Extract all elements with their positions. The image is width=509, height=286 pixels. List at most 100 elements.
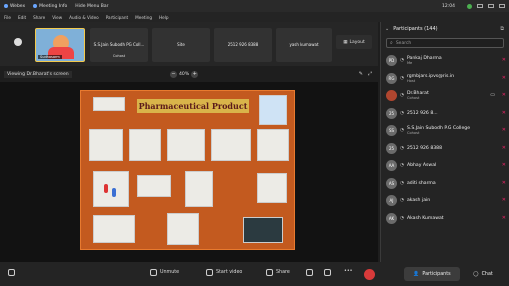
participant-name: 2512 926 8...	[406, 110, 438, 116]
participant-role: Cohost	[406, 96, 420, 101]
muted-mic-icon[interactable]: ✕	[502, 145, 506, 151]
slide-title: Pharmaceutical Product	[137, 99, 249, 113]
share-button[interactable]: Share	[266, 269, 290, 276]
participant-status-icon: ◔	[400, 110, 404, 116]
participant-row[interactable]: 25 ◔ 2512 926 8... ✕	[381, 105, 509, 123]
record-button[interactable]	[306, 269, 316, 276]
zoom-in-button[interactable]: +	[191, 70, 199, 78]
tab-hide-menu-bar[interactable]: Hide Menu Bar	[75, 4, 108, 9]
participant-row[interactable]: AA ◔ Abhay Aswal ✕	[381, 157, 509, 175]
tab-hide-menu-bar-label: Hide Menu Bar	[75, 3, 109, 9]
participant-name: akash jain	[406, 198, 431, 204]
participant-row[interactable]: AS ◔ aditi sharma ✕	[381, 175, 509, 193]
connection-icon	[467, 3, 472, 9]
camera-icon[interactable]: ▭	[490, 92, 495, 98]
muted-mic-icon[interactable]: ✕	[502, 215, 506, 221]
muted-mic-icon[interactable]: ✕	[502, 180, 506, 186]
participant-row[interactable]: AJ ◔ akash jain ✕	[381, 192, 509, 210]
reactions-button[interactable]	[324, 269, 334, 276]
menu-participant[interactable]: Participant	[106, 15, 128, 20]
video-tile-role: Cohost	[112, 54, 126, 58]
participant-info: Pankaj Dharma Me	[407, 56, 442, 65]
menu-share[interactable]: Share	[33, 15, 45, 20]
participant-search-input[interactable]: ⌕ Search	[386, 38, 504, 48]
menu-file[interactable]: File	[4, 15, 11, 20]
menu-meeting[interactable]: Meeting	[135, 15, 152, 20]
video-tile[interactable]: Site	[152, 28, 210, 62]
ointment-image	[167, 213, 199, 245]
participant-row[interactable]: PD ◔ Pankaj Dharma Me ✕	[381, 52, 509, 70]
participant-row[interactable]: RG ◔ rgmbjars.ipvs@ris.in Host ✕	[381, 70, 509, 88]
participant-name: Akash Kumawat	[406, 215, 444, 221]
tab-webex[interactable]: Webex	[4, 4, 25, 9]
captions-icon	[8, 269, 15, 276]
share-label: Share	[276, 270, 290, 275]
maximize-button[interactable]	[488, 4, 494, 8]
self-video-tile[interactable]: Sudhasarm	[35, 28, 85, 62]
smiley-icon	[324, 269, 331, 276]
participant-row[interactable]: SS ◔ S.S.Jain Subodh P.G College Cohost ✕	[381, 122, 509, 140]
minimize-button[interactable]	[477, 4, 483, 8]
video-tile[interactable]: S.S.Jain Subodh PG Coll... Cohost	[90, 28, 148, 62]
participant-info: aditi sharma	[407, 181, 436, 186]
participants-tab-button[interactable]: 👤 Participants	[404, 267, 460, 281]
tablet-strip-image	[93, 215, 135, 243]
participant-info: akash jain	[407, 198, 430, 203]
close-button[interactable]	[499, 4, 505, 8]
capsule-icon	[112, 188, 116, 197]
participant-role: Host	[406, 78, 416, 83]
clock: 12:04	[442, 3, 455, 9]
fullscreen-icon[interactable]: ⤢	[368, 71, 372, 77]
avatar: AA	[386, 160, 397, 172]
strip-scroll-button[interactable]	[14, 38, 22, 46]
participant-row[interactable]: ◔ Dr.Bharat Cohost ▭ ✕	[381, 87, 509, 105]
popout-icon[interactable]: ⧉	[500, 26, 504, 32]
participant-status-icon: ◔	[400, 128, 404, 134]
search-placeholder: Search	[395, 40, 412, 46]
participant-row[interactable]: 25 ◔ 2512 926 8388 ✕	[381, 140, 509, 158]
chat-tab-button[interactable]: ◯ Chat	[464, 267, 502, 281]
collapse-chevron-icon[interactable]: ⌄	[385, 26, 389, 32]
title-bar: Webex Meeting Info Hide Menu Bar 12:04	[0, 0, 509, 12]
participant-status-icon: ◔	[400, 180, 404, 186]
spray-bottle-image	[185, 171, 213, 207]
muted-mic-icon[interactable]: ✕	[502, 127, 506, 133]
avatar: AJ	[386, 195, 397, 207]
participants-tab-label: Participants	[422, 271, 451, 277]
bottom-control-bar: Unmute Start video Share ••• 👤 Participan…	[0, 262, 509, 286]
muted-mic-icon[interactable]: ✕	[502, 57, 506, 63]
menu-view[interactable]: View	[52, 15, 62, 20]
muted-mic-icon[interactable]: ✕	[502, 92, 506, 98]
muted-mic-icon[interactable]: ✕	[502, 110, 506, 116]
video-tile-name: Site	[177, 42, 185, 47]
menu-edit[interactable]: Edit	[18, 15, 26, 20]
participants-title: Participants (144)	[393, 26, 438, 32]
end-call-button[interactable]	[364, 269, 375, 280]
video-tile[interactable]: yash kumawat	[276, 28, 332, 62]
avatar: 25	[386, 142, 397, 154]
start-video-label: Start video	[216, 270, 243, 275]
tab-meeting-info-label: Meeting Info	[39, 3, 68, 9]
menu-audio-video[interactable]: Audio & Video	[69, 15, 99, 20]
participants-header: ⌄ Participants (144) ⧉	[381, 22, 509, 36]
more-options-button[interactable]: •••	[344, 269, 353, 274]
video-tile[interactable]: 2512 926 8388	[214, 28, 272, 62]
muted-mic-icon[interactable]: ✕	[502, 197, 506, 203]
muted-mic-icon[interactable]: ✕	[502, 162, 506, 168]
participant-info: 2512 926 8...	[407, 111, 438, 116]
start-video-button[interactable]: Start video	[206, 269, 242, 276]
menu-help[interactable]: Help	[159, 15, 169, 20]
layout-button[interactable]: ▦ Layout	[336, 35, 372, 49]
info-icon	[33, 4, 38, 8]
zoom-out-button[interactable]: −	[170, 70, 177, 78]
participant-row[interactable]: AK ◔ Akash Kumawat ✕	[381, 210, 509, 228]
tab-meeting-info[interactable]: Meeting Info	[33, 4, 67, 9]
muted-mic-icon[interactable]: ✕	[502, 75, 506, 81]
participants-panel: ⌄ Participants (144) ⧉ ⌕ Search PD ◔ Panka…	[380, 22, 509, 262]
menu-bar: File Edit Share View Audio & Video Parti…	[0, 12, 509, 22]
participant-name: 2512 926 8388	[406, 145, 443, 151]
annotate-icon[interactable]: ✎	[359, 71, 363, 77]
captions-button[interactable]	[8, 269, 18, 276]
unmute-button[interactable]: Unmute	[150, 269, 179, 276]
participant-status-icon: ◔	[400, 163, 404, 169]
